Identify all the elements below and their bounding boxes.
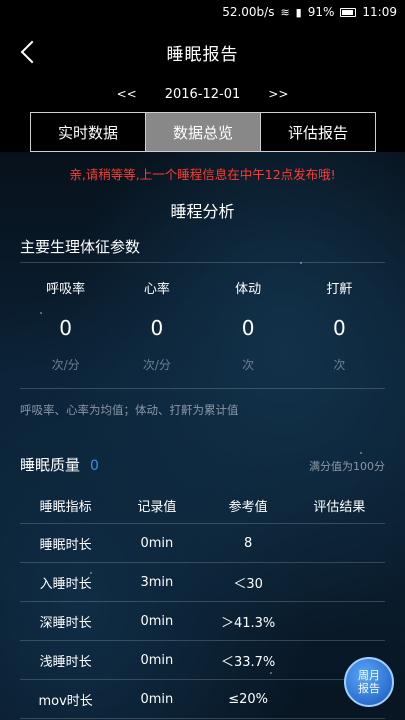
table-cell: 0min	[140, 535, 174, 551]
divider	[20, 262, 385, 263]
metric-unit: 次/分	[51, 358, 80, 372]
table-row: 入睡时长 3min ＜30	[20, 563, 385, 602]
table-row: mov时长 0min ≤20%	[20, 680, 385, 719]
tab-realtime-data[interactable]: 实时数据	[31, 113, 146, 151]
metric-respiration: 呼吸率 0 次/分	[20, 278, 111, 373]
table-cell: ＞41.3%	[220, 615, 276, 631]
battery-icon	[340, 7, 357, 17]
view-tabs: 实时数据 数据总览 评估报告	[30, 112, 376, 152]
battery-percent: 91%	[307, 5, 335, 19]
app-bar: 睡眠报告	[0, 24, 405, 80]
metric-label: 呼吸率	[46, 282, 86, 297]
wifi-icon: ≋	[280, 5, 290, 19]
current-date: 2016-12-01	[164, 86, 241, 102]
signal-icon: ▮	[295, 5, 302, 19]
vitals-metrics: 呼吸率 0 次/分 心率 0 次/分 体动 0 次 打鼾 0 次	[20, 278, 385, 373]
table-header-cell: 记录值	[137, 500, 177, 515]
metric-unit: 次/分	[142, 358, 171, 372]
divider	[20, 388, 385, 389]
metric-snoring: 打鼾 0 次	[294, 278, 385, 373]
table-cell: ＜30	[233, 576, 263, 592]
next-date-button[interactable]: >>	[268, 87, 288, 101]
table-cell: 0min	[140, 613, 174, 629]
table-row: 睡眠时长 0min 8	[20, 524, 385, 563]
table-cell: 0min	[140, 691, 174, 707]
table-cell: ＜33.7%	[220, 654, 276, 670]
status-bar: 52.00b/s ≋ ▮ 91% 11:09	[0, 0, 405, 24]
metric-heart-rate: 心率 0 次/分	[111, 278, 202, 373]
table-header-row: 睡眠指标 记录值 参考值 评估结果	[20, 488, 385, 524]
fab-label-line2: 报告	[358, 682, 380, 695]
table-cell: 深睡时长	[39, 615, 92, 631]
table-cell: 3min	[140, 574, 174, 590]
quality-title: 睡眠质量	[20, 456, 81, 474]
table-row: 浅睡时长 0min ＜33.7%	[20, 641, 385, 680]
date-navigator: << 2016-12-01 >>	[0, 80, 405, 108]
tab-assessment-report[interactable]: 评估报告	[261, 113, 375, 151]
table-header-cell: 睡眠指标	[39, 500, 92, 515]
quality-table: 睡眠指标 记录值 参考值 评估结果 睡眠时长 0min 8 入睡时长 3min …	[20, 488, 385, 719]
section-title: 睡程分析	[170, 202, 235, 221]
metric-label: 体动	[235, 282, 262, 297]
vitals-note: 呼吸率、心率为均值；体动、打鼾为累计值	[20, 403, 239, 417]
table-cell: 睡眠时长	[39, 537, 92, 553]
prev-date-button[interactable]: <<	[117, 87, 137, 101]
table-header-cell: 评估结果	[313, 500, 366, 515]
metric-value: 0	[241, 316, 255, 340]
metric-value: 0	[59, 316, 72, 340]
metric-label: 心率	[143, 282, 170, 297]
vitals-title: 主要生理体征参数	[20, 238, 141, 256]
table-header-cell: 参考值	[228, 500, 268, 515]
metric-movement: 体动 0 次	[203, 278, 294, 373]
metric-value: 0	[333, 316, 346, 340]
metric-unit: 次	[242, 358, 255, 372]
quality-score: 0	[90, 458, 99, 474]
table-cell: 浅睡时长	[39, 654, 92, 670]
fab-label-line1: 周月	[358, 669, 380, 682]
table-cell: 0min	[140, 652, 174, 668]
table-cell: mov时长	[38, 693, 93, 709]
back-arrow-icon[interactable]	[18, 38, 42, 66]
quality-header: 睡眠质量 0 满分值为100分	[20, 454, 385, 475]
report-content: 亲,请稍等等,上一个睡程信息在中午12点发布哦! 睡程分析 主要生理体征参数 呼…	[0, 152, 405, 720]
table-cell: 入睡时长	[39, 576, 92, 592]
page-title: 睡眠报告	[166, 44, 239, 65]
notice-message: 亲,请稍等等,上一个睡程信息在中午12点发布哦!	[69, 167, 336, 182]
metric-label: 打鼾	[326, 282, 353, 297]
table-cell: 8	[243, 535, 253, 551]
metric-unit: 次	[333, 358, 346, 372]
table-row: 深睡时长 0min ＞41.3%	[20, 602, 385, 641]
network-speed: 52.00b/s	[222, 5, 275, 19]
table-cell: ≤20%	[228, 691, 269, 707]
full-score-note: 满分值为100分	[309, 460, 385, 473]
weekly-monthly-report-button[interactable]: 周月 报告	[344, 657, 394, 707]
metric-value: 0	[150, 316, 164, 340]
clock: 11:09	[362, 5, 397, 19]
tab-data-overview[interactable]: 数据总览	[146, 113, 261, 151]
